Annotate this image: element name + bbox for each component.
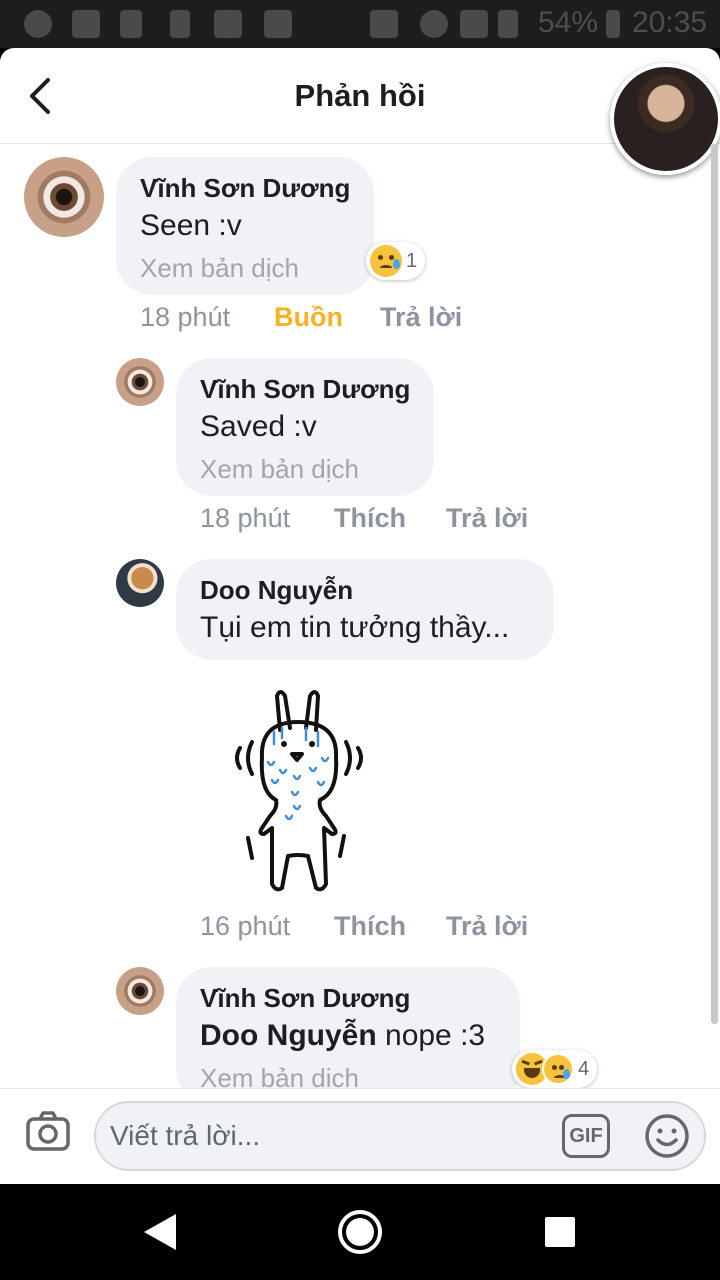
- see-translation-link[interactable]: Xem bản dịch: [140, 253, 299, 284]
- sad-reaction-icon: [370, 245, 402, 277]
- nav-back-icon: [144, 1214, 176, 1250]
- lock-icon: [170, 10, 190, 38]
- clock: 20:35: [632, 6, 708, 39]
- gif-icon: GIF: [569, 1124, 603, 1147]
- system-nav-bar: [0, 1184, 720, 1280]
- replies-sheet: Phản hồi Vĩnh Sơn Dương Seen :v Xem bản …: [0, 48, 720, 1184]
- nav-home-icon: [338, 1210, 382, 1254]
- signal-icon: [460, 10, 488, 38]
- wifi-icon: [420, 10, 448, 38]
- comment-author[interactable]: Doo Nguyễn: [200, 575, 353, 606]
- comment-time: 16 phút: [200, 911, 291, 941]
- avatar[interactable]: [116, 559, 164, 607]
- signal-off-icon: [498, 10, 518, 38]
- facebook-notification-icon: [72, 10, 100, 38]
- see-translation-link[interactable]: Xem bản dịch: [200, 454, 359, 485]
- status-bar: 54% 20:35: [0, 0, 720, 48]
- reply-button[interactable]: Trả lời: [446, 503, 528, 534]
- comment-bubble[interactable]: Vĩnh Sơn Dương Doo Nguyễn nope :3 Xem bả…: [176, 967, 520, 1105]
- reply-input[interactable]: [94, 1101, 706, 1171]
- comment-text: Doo Nguyễn nope :3: [200, 1019, 485, 1053]
- avatar[interactable]: [24, 157, 104, 237]
- mention-link[interactable]: Doo Nguyễn: [200, 1019, 377, 1052]
- nav-back-button[interactable]: [138, 1210, 182, 1254]
- battery-percent: 54%: [538, 6, 599, 39]
- qr-notification-icon: [214, 10, 242, 38]
- camera-icon: [26, 1111, 70, 1151]
- reaction-summary[interactable]: 4: [512, 1050, 598, 1088]
- reply-composer: GIF: [0, 1088, 720, 1184]
- comment-text: Seen :v: [140, 209, 242, 242]
- nav-recents-icon: [545, 1217, 575, 1247]
- comment-author[interactable]: Vĩnh Sơn Dương: [200, 983, 410, 1014]
- gif-button[interactable]: GIF: [562, 1114, 610, 1158]
- nav-recents-button[interactable]: [542, 1214, 578, 1250]
- smiley-icon: [645, 1114, 689, 1158]
- battery-icon: [606, 10, 620, 38]
- reply-button[interactable]: Trả lời: [380, 302, 462, 333]
- reaction-count: 4: [578, 1057, 590, 1080]
- clipboard-notification-icon: [120, 10, 142, 38]
- react-button[interactable]: Buồn: [274, 302, 343, 333]
- emoji-button[interactable]: [644, 1113, 690, 1159]
- comment-author[interactable]: Vĩnh Sơn Dương: [200, 374, 410, 405]
- nfc-icon: [370, 10, 398, 38]
- comment-bubble[interactable]: Vĩnh Sơn Dương Saved :v Xem bản dịch: [176, 358, 434, 496]
- reaction-count: 1: [406, 249, 418, 272]
- reply-button[interactable]: Trả lời: [446, 911, 528, 942]
- like-button[interactable]: Thích: [334, 503, 406, 534]
- comment-text: Saved :v: [200, 410, 317, 443]
- comment-text: Tụi em tin tưởng thầy...: [200, 611, 510, 644]
- chat-head-avatar[interactable]: [610, 63, 720, 175]
- reaction-summary[interactable]: 1: [366, 242, 426, 280]
- avatar[interactable]: [116, 967, 164, 1015]
- comment-time: 18 phút: [200, 503, 291, 533]
- comment-bubble[interactable]: Vĩnh Sơn Dương Seen :v Xem bản dịch: [116, 157, 374, 295]
- rabbit-sticker[interactable]: [222, 688, 368, 896]
- comment-time: 18 phút: [140, 302, 231, 332]
- avatar[interactable]: [116, 358, 164, 406]
- scrollbar[interactable]: [711, 144, 718, 1024]
- sad-reaction-icon: [542, 1053, 574, 1085]
- camera-button[interactable]: [24, 1107, 72, 1155]
- comment-author[interactable]: Vĩnh Sơn Dương: [140, 173, 350, 204]
- nav-home-button[interactable]: [336, 1208, 384, 1256]
- comment-bubble[interactable]: Doo Nguyễn Tụi em tin tưởng thầy...: [176, 559, 554, 660]
- notification-app-icon: [24, 10, 52, 38]
- image-notification-icon: [264, 10, 292, 38]
- like-button[interactable]: Thích: [334, 911, 406, 942]
- comment-text-body: nope :3: [376, 1019, 486, 1052]
